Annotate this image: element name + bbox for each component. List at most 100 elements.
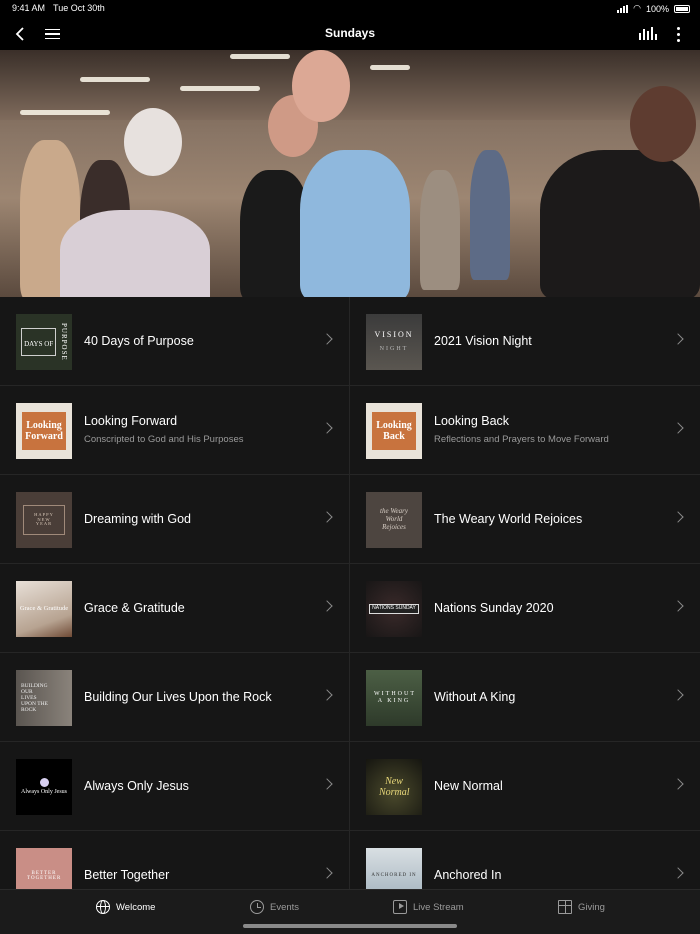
- chevron-right-icon: [321, 778, 333, 790]
- grid-row: Always Only Jesus Always Only Jesus New …: [0, 742, 700, 831]
- grid-row: DAYS OF PURPOSE 40 Days of Purpose VISIO…: [0, 297, 700, 386]
- chevron-right-icon: [672, 422, 684, 434]
- tab-events[interactable]: Events: [250, 900, 299, 914]
- chevron-right-icon: [321, 600, 333, 612]
- chevron-right-icon: [321, 422, 333, 434]
- thumb-text: Looking Forward: [25, 420, 63, 442]
- chevron-right-icon: [321, 689, 333, 701]
- grid-row: BETTER TOGETHER Better Together ANCHORED…: [0, 831, 700, 889]
- hero-image-church-lobby: [0, 50, 700, 297]
- series-subtitle: Conscripted to God and His Purposes: [84, 434, 244, 445]
- clock-icon: [250, 900, 264, 914]
- series-thumbnail: WITHOUT A KING: [366, 670, 422, 726]
- series-thumbnail: New Normal: [366, 759, 422, 815]
- series-item-nations-sunday-2020[interactable]: NATIONS SUNDAY Nations Sunday 2020: [350, 564, 700, 653]
- thumb-text: New Normal: [379, 776, 410, 798]
- series-thumbnail: NATIONS SUNDAY: [366, 581, 422, 637]
- sun-glow-icon: [39, 778, 49, 788]
- series-thumbnail: Looking Back: [366, 403, 422, 459]
- thumb-text: ANCHORED IN: [371, 873, 417, 879]
- more-options-icon[interactable]: [668, 24, 688, 44]
- series-thumbnail: DAYS OF PURPOSE: [16, 314, 72, 370]
- tab-label: Giving: [578, 901, 605, 913]
- series-title: Looking Forward: [84, 414, 178, 428]
- series-title: The Weary World Rejoices: [434, 512, 583, 526]
- tab-label: Welcome: [116, 901, 156, 913]
- series-title: Building Our Lives Upon the Rock: [84, 690, 272, 704]
- chevron-right-icon: [672, 689, 684, 701]
- sermon-series-grid: DAYS OF PURPOSE 40 Days of Purpose VISIO…: [0, 297, 700, 889]
- cellular-signal-icon: [617, 4, 629, 13]
- series-thumbnail: VISION NIGHT: [366, 314, 422, 370]
- series-title: 40 Days of Purpose: [84, 334, 194, 348]
- series-title: Nations Sunday 2020: [434, 601, 554, 615]
- grid-row: BUILDING OUR LIVES UPON THE ROCK Buildin…: [0, 653, 700, 742]
- series-thumbnail: Looking Forward: [16, 403, 72, 459]
- chevron-right-icon: [321, 511, 333, 523]
- series-title: New Normal: [434, 779, 503, 793]
- chevron-right-icon: [672, 778, 684, 790]
- series-item-building-our-lives[interactable]: BUILDING OUR LIVES UPON THE ROCK Buildin…: [0, 653, 350, 742]
- series-item-the-weary-world-rejoices[interactable]: the Weary World Rejoices The Weary World…: [350, 475, 700, 564]
- series-item-40-days-of-purpose[interactable]: DAYS OF PURPOSE 40 Days of Purpose: [0, 297, 350, 386]
- grid-row: Grace & Gratitude Grace & Gratitude NATI…: [0, 564, 700, 653]
- series-title: Grace & Gratitude: [84, 601, 185, 615]
- series-title: Always Only Jesus: [84, 779, 189, 793]
- tab-live-stream[interactable]: Live Stream: [393, 900, 464, 914]
- series-title: Anchored In: [434, 868, 502, 882]
- thumb-text: Always Only Jesus: [21, 789, 67, 796]
- thumb-text: the Weary World Rejoices: [380, 507, 408, 531]
- chevron-right-icon: [672, 511, 684, 523]
- navigation-bar: Sundays: [0, 18, 700, 50]
- thumb-text: NATIONS SUNDAY: [369, 604, 419, 614]
- thumb-text: VISION: [374, 330, 414, 340]
- series-item-new-normal[interactable]: New Normal New Normal: [350, 742, 700, 831]
- audio-bars-icon[interactable]: [638, 24, 658, 44]
- series-item-looking-back[interactable]: Looking Back Looking Back Reflections an…: [350, 386, 700, 475]
- series-thumbnail: Grace & Gratitude: [16, 581, 72, 637]
- series-title: 2021 Vision Night: [434, 334, 532, 348]
- series-item-better-together[interactable]: BETTER TOGETHER Better Together: [0, 831, 350, 889]
- series-subtitle: Reflections and Prayers to Move Forward: [434, 434, 609, 445]
- series-thumbnail: the Weary World Rejoices: [366, 492, 422, 548]
- thumb-text: WITHOUT A KING: [374, 691, 416, 704]
- chevron-right-icon: [672, 333, 684, 345]
- battery-percent: 100%: [645, 3, 669, 14]
- chevron-right-icon: [672, 600, 684, 612]
- chevron-right-icon: [321, 333, 333, 345]
- status-bar: 9:41 AM Tue Oct 30th ◠ 100%: [0, 0, 700, 18]
- grid-row: Looking Forward Looking Forward Conscrip…: [0, 386, 700, 475]
- thumb-text: NIGHT: [379, 346, 409, 353]
- tab-welcome[interactable]: Welcome: [96, 900, 155, 914]
- series-thumbnail: BUILDING OUR LIVES UPON THE ROCK: [16, 670, 72, 726]
- series-item-dreaming-with-god[interactable]: HAPPY NEW YEAR Dreaming with God: [0, 475, 350, 564]
- series-thumbnail: HAPPY NEW YEAR: [16, 492, 72, 548]
- thumb-text: PURPOSE: [59, 323, 68, 361]
- series-item-without-a-king[interactable]: WITHOUT A KING Without A King: [350, 653, 700, 742]
- tab-label: Live Stream: [413, 901, 464, 913]
- battery-icon: [674, 4, 690, 13]
- tab-label: Events: [270, 901, 300, 913]
- thumb-text: HAPPY NEW YEAR: [34, 511, 54, 527]
- wifi-icon: ◠: [633, 3, 641, 13]
- status-time: 9:41 AM: [12, 3, 46, 13]
- series-thumbnail: BETTER TOGETHER: [16, 848, 72, 889]
- series-item-looking-forward[interactable]: Looking Forward Looking Forward Conscrip…: [0, 386, 350, 475]
- series-title: Dreaming with God: [84, 512, 191, 526]
- series-item-grace-and-gratitude[interactable]: Grace & Gratitude Grace & Gratitude: [0, 564, 350, 653]
- play-screen-icon: [393, 900, 407, 914]
- series-title: Better Together: [84, 868, 170, 882]
- thumb-text: Grace & Gratitude: [19, 605, 69, 613]
- series-item-2021-vision-night[interactable]: VISION NIGHT 2021 Vision Night: [350, 297, 700, 386]
- home-indicator[interactable]: [243, 924, 457, 928]
- chevron-right-icon: [672, 867, 684, 879]
- page-title: Sundays: [324, 26, 375, 40]
- tab-giving[interactable]: Giving: [558, 900, 605, 914]
- series-item-anchored-in[interactable]: ANCHORED IN Anchored In: [350, 831, 700, 889]
- grid-row: HAPPY NEW YEAR Dreaming with God the Wea…: [0, 475, 700, 564]
- series-item-always-only-jesus[interactable]: Always Only Jesus Always Only Jesus: [0, 742, 350, 831]
- series-title: Without A King: [434, 690, 516, 704]
- thumb-text: BUILDING OUR LIVES UPON THE ROCK: [21, 682, 48, 714]
- series-title: Looking Back: [434, 414, 510, 428]
- chevron-right-icon: [321, 867, 333, 879]
